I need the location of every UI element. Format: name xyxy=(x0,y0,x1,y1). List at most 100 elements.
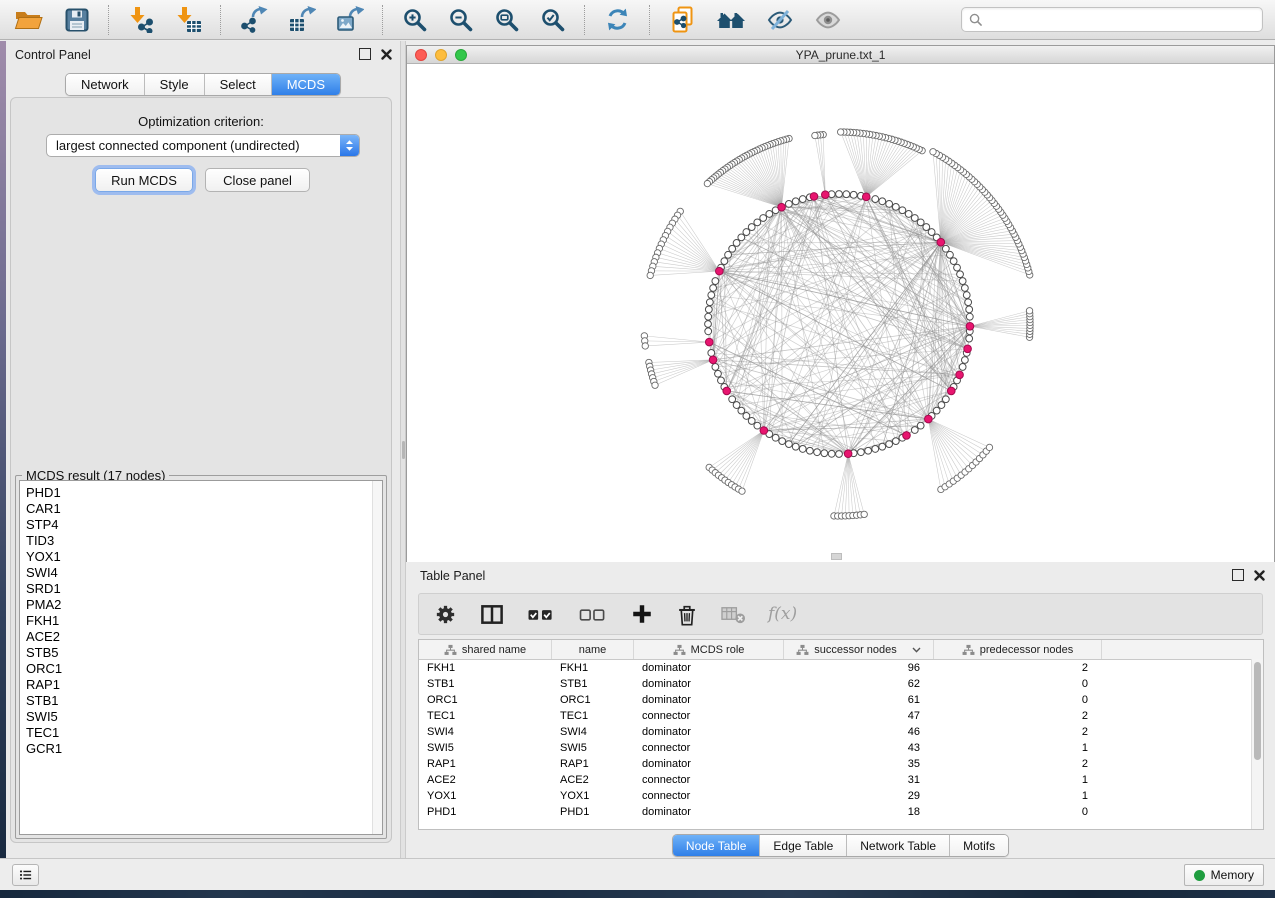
ring-node[interactable] xyxy=(712,364,719,371)
ring-node[interactable] xyxy=(792,443,799,450)
ring-node[interactable] xyxy=(806,447,813,454)
ring-node[interactable] xyxy=(799,196,806,203)
leaf-node[interactable] xyxy=(812,132,818,138)
ring-node[interactable] xyxy=(785,200,792,207)
apply-layout-button[interactable] xyxy=(602,4,633,35)
ring-node[interactable] xyxy=(917,219,924,226)
save-session-button[interactable] xyxy=(62,5,92,35)
mcds-hub-node[interactable] xyxy=(947,387,955,395)
ring-node[interactable] xyxy=(708,350,715,357)
run-mcds-button[interactable]: Run MCDS xyxy=(95,168,193,192)
table-cell[interactable]: TEC1 xyxy=(419,708,552,724)
export-table-button[interactable] xyxy=(286,4,318,35)
mcds-hub-node[interactable] xyxy=(709,356,717,364)
mcds-hub-node[interactable] xyxy=(723,387,731,395)
table-row[interactable]: FKH1FKH1dominator962 xyxy=(419,660,1263,676)
table-cell[interactable]: SWI5 xyxy=(552,740,634,756)
ring-node[interactable] xyxy=(748,224,755,231)
ring-node[interactable] xyxy=(917,422,924,429)
mcds-result-list[interactable]: PHD1CAR1STP4TID3YOX1SWI4SRD1PMA2FKH1ACE2… xyxy=(19,480,383,835)
table-row[interactable]: PHD1PHD1dominator180 xyxy=(419,804,1263,820)
table-row[interactable]: TEC1TEC1connector472 xyxy=(419,708,1263,724)
table-cell[interactable]: connector xyxy=(634,708,784,724)
table-cell[interactable]: YOX1 xyxy=(552,788,634,804)
table-cell[interactable]: TEC1 xyxy=(552,708,634,724)
zoom-out-button[interactable] xyxy=(446,5,476,35)
mcds-result-item[interactable]: TEC1 xyxy=(20,725,382,741)
mcds-hub-node[interactable] xyxy=(966,322,974,330)
mcds-result-item[interactable]: SWI4 xyxy=(20,565,382,581)
zoom-selected-button[interactable] xyxy=(538,5,568,35)
leaf-node[interactable] xyxy=(837,129,843,135)
close-panel-icon[interactable] xyxy=(381,49,392,60)
ring-node[interactable] xyxy=(963,292,970,299)
ring-node[interactable] xyxy=(836,451,843,458)
open-file-button[interactable] xyxy=(12,5,46,35)
table-cell[interactable]: YOX1 xyxy=(419,788,552,804)
table-cell[interactable]: dominator xyxy=(634,692,784,708)
ring-node[interactable] xyxy=(850,191,857,198)
table-cell[interactable]: 29 xyxy=(784,788,934,804)
column-header-predecessor-nodes[interactable]: predecessor nodes xyxy=(934,640,1102,659)
memory-button[interactable]: Memory xyxy=(1184,864,1264,886)
ring-node[interactable] xyxy=(942,245,949,252)
welcome-screen-button[interactable] xyxy=(714,5,748,35)
ring-node[interactable] xyxy=(725,251,732,258)
leaf-node[interactable] xyxy=(652,382,658,388)
ring-node[interactable] xyxy=(966,313,973,320)
table-cell[interactable]: STB1 xyxy=(419,676,552,692)
show-panels-button[interactable] xyxy=(812,5,844,35)
ring-node[interactable] xyxy=(843,191,850,198)
mcds-result-item[interactable]: RAP1 xyxy=(20,677,382,693)
ring-node[interactable] xyxy=(814,449,821,456)
ring-node[interactable] xyxy=(879,443,886,450)
leaf-node[interactable] xyxy=(861,511,867,517)
ring-node[interactable] xyxy=(821,450,828,457)
table-cell[interactable]: RAP1 xyxy=(419,756,552,772)
network-window-titlebar[interactable]: YPA_prune.txt_1 xyxy=(407,46,1274,64)
zoom-fit-button[interactable] xyxy=(492,5,522,35)
tab-edge-table[interactable]: Edge Table xyxy=(760,835,847,856)
table-cell[interactable]: 43 xyxy=(784,740,934,756)
ring-node[interactable] xyxy=(879,198,886,205)
ring-node[interactable] xyxy=(729,245,736,252)
table-row[interactable]: SWI4SWI4dominator462 xyxy=(419,724,1263,740)
tab-node-table[interactable]: Node Table xyxy=(673,835,761,856)
show-panel-list-button[interactable] xyxy=(12,864,39,886)
split-columns-button[interactable] xyxy=(479,602,505,627)
ring-node[interactable] xyxy=(705,321,712,328)
ring-node[interactable] xyxy=(718,377,725,384)
mcds-hub-node[interactable] xyxy=(862,193,870,201)
table-cell[interactable]: PHD1 xyxy=(419,804,552,820)
mcds-hub-node[interactable] xyxy=(705,338,713,346)
deselect-all-columns-button[interactable] xyxy=(578,602,609,627)
float-panel-icon[interactable] xyxy=(359,48,371,60)
close-panel-button[interactable]: Close panel xyxy=(205,168,310,192)
table-cell[interactable]: 96 xyxy=(784,660,934,676)
mcds-list-scrollbar[interactable] xyxy=(372,481,382,834)
mcds-result-item[interactable]: STP4 xyxy=(20,517,382,533)
table-cell[interactable]: 1 xyxy=(934,740,1102,756)
leaf-node[interactable] xyxy=(739,488,745,494)
mcds-hub-node[interactable] xyxy=(964,345,972,353)
network-canvas[interactable] xyxy=(407,64,1274,562)
import-table-button[interactable] xyxy=(173,4,204,35)
mcds-result-item[interactable]: SWI5 xyxy=(20,709,382,725)
table-settings-button[interactable] xyxy=(433,602,458,627)
table-cell[interactable]: 18 xyxy=(784,804,934,820)
table-cell[interactable]: FKH1 xyxy=(552,660,634,676)
mcds-hub-node[interactable] xyxy=(760,427,768,435)
network-graph[interactable] xyxy=(407,64,1274,562)
ring-node[interactable] xyxy=(828,450,835,457)
table-cell[interactable]: 0 xyxy=(934,804,1102,820)
ring-node[interactable] xyxy=(706,299,713,306)
ring-node[interactable] xyxy=(836,191,843,198)
zoom-in-button[interactable] xyxy=(400,5,430,35)
table-cell[interactable]: SWI5 xyxy=(419,740,552,756)
table-cell[interactable]: ORC1 xyxy=(419,692,552,708)
ring-node[interactable] xyxy=(886,200,893,207)
table-cell[interactable]: dominator xyxy=(634,676,784,692)
ring-node[interactable] xyxy=(872,446,879,453)
function-builder-button[interactable]: f(x) xyxy=(768,604,797,624)
ring-node[interactable] xyxy=(733,240,740,247)
